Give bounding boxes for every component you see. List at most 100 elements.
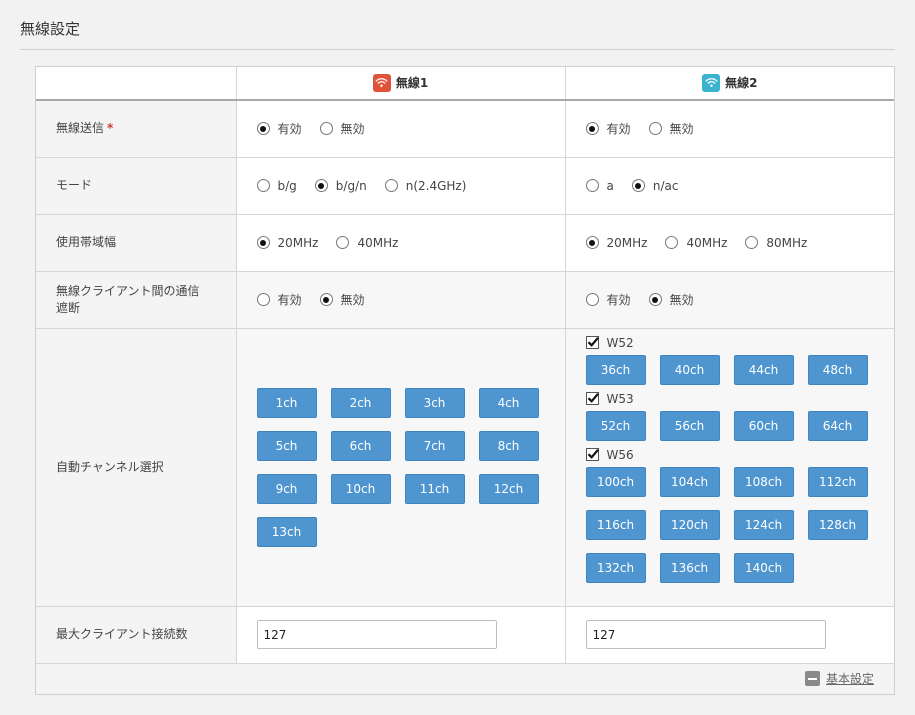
- mode-w1-option[interactable]: n(2.4GHz): [384, 179, 466, 193]
- bandwidth-w2-option[interactable]: 80MHz: [745, 236, 807, 250]
- isolation-label: 無線クライアント間の通信 遮断: [36, 270, 237, 329]
- channel-button[interactable]: 1ch: [256, 387, 317, 418]
- wireless-settings-table: 無線1 無線2 無線送信 * 有効 無効 有効 無効 モード b/g b/g/n n(2: [36, 67, 894, 664]
- channel-button[interactable]: 11ch: [404, 473, 465, 504]
- channel-button[interactable]: 2ch: [330, 387, 391, 418]
- bandwidth-w2-option[interactable]: 20MHz: [585, 236, 647, 250]
- channel-group-header: W56: [585, 447, 895, 463]
- mode-w2-option[interactable]: a: [585, 179, 614, 193]
- channel-button[interactable]: 52ch: [585, 410, 646, 441]
- channel-group-header: W53: [585, 391, 895, 407]
- isolation-w2-option[interactable]: 無効: [648, 291, 694, 308]
- radio-button[interactable]: [745, 236, 759, 249]
- channel-button[interactable]: 56ch: [659, 410, 720, 441]
- group-checkbox[interactable]: [585, 336, 599, 349]
- channel-button[interactable]: 10ch: [330, 473, 391, 504]
- channel-button[interactable]: 7ch: [404, 430, 465, 461]
- channel-button[interactable]: 112ch: [807, 466, 868, 497]
- transmit-w1-option[interactable]: 無効: [319, 120, 365, 137]
- channel-button[interactable]: 124ch: [733, 509, 794, 540]
- radio-button[interactable]: [648, 293, 662, 306]
- transmit-w1-option[interactable]: 有効: [256, 120, 302, 137]
- channel-button[interactable]: 120ch: [659, 509, 720, 540]
- page-title: 無線設定: [20, 20, 81, 38]
- radio-button[interactable]: [256, 293, 270, 306]
- channel-button[interactable]: 104ch: [659, 466, 720, 497]
- radio-button[interactable]: [648, 122, 662, 136]
- radio-button[interactable]: [585, 293, 599, 306]
- max-clients-w2-input[interactable]: [585, 620, 826, 649]
- isolation-w1-option[interactable]: 有効: [256, 291, 302, 308]
- channel-button[interactable]: 44ch: [733, 354, 794, 385]
- wifi-icon: [372, 73, 391, 92]
- radio-label: 有効: [277, 122, 302, 137]
- radio-button[interactable]: [585, 179, 599, 192]
- max-clients-w1-input[interactable]: [256, 620, 497, 649]
- channel-button[interactable]: 132ch: [585, 552, 646, 583]
- channel-button[interactable]: 64ch: [807, 410, 868, 441]
- channel-button[interactable]: 128ch: [807, 509, 868, 540]
- transmit-w2-option[interactable]: 有効: [585, 120, 631, 137]
- channel-button[interactable]: 36ch: [585, 354, 646, 385]
- radio-label: 無効: [669, 293, 694, 307]
- radio-button[interactable]: [314, 179, 328, 192]
- channel-button[interactable]: 100ch: [585, 466, 646, 497]
- radio-button[interactable]: [256, 179, 270, 192]
- mode-w1-option[interactable]: b/g: [256, 179, 297, 193]
- auto-channel-w2-cell: W52 36ch 40ch 44ch 48ch W53 52ch 56ch 60ch 64ch W5…: [564, 327, 895, 607]
- isolation-w1-radios: 有効 無効: [256, 291, 565, 308]
- radio-button[interactable]: [585, 122, 599, 136]
- channel-button[interactable]: 116ch: [585, 509, 646, 540]
- collapse-icon: [804, 671, 820, 686]
- radio-button[interactable]: [319, 293, 333, 306]
- basic-settings-link[interactable]: 基本設定: [804, 670, 874, 687]
- channel-button[interactable]: 5ch: [256, 430, 317, 461]
- radio-button[interactable]: [631, 179, 645, 192]
- bandwidth-label: 使用帯域幅: [36, 213, 237, 272]
- radio-button[interactable]: [665, 236, 679, 249]
- group-checkbox[interactable]: [585, 392, 599, 405]
- radio-label: 80MHz: [766, 235, 808, 250]
- channel-button[interactable]: 12ch: [478, 473, 539, 504]
- radio-button[interactable]: [319, 122, 333, 136]
- channel-button[interactable]: 3ch: [404, 387, 465, 418]
- channel-button[interactable]: 108ch: [733, 466, 794, 497]
- isolation-w1-option[interactable]: 無効: [319, 291, 365, 308]
- bandwidth-w2-option[interactable]: 40MHz: [665, 236, 727, 250]
- channel-button[interactable]: 40ch: [659, 354, 720, 385]
- channel-group-header: W52: [585, 335, 895, 351]
- radio-button[interactable]: [256, 122, 270, 136]
- title-divider: [20, 49, 895, 50]
- channel-button[interactable]: 9ch: [256, 473, 317, 504]
- auto-channel-w1-cell: 1ch 2ch 3ch 4ch 5ch 6ch 7ch 8ch 9ch 10ch 11ch 12ch 1…: [235, 327, 566, 607]
- channel-button[interactable]: 8ch: [478, 430, 539, 461]
- radio-label: 無効: [669, 122, 694, 137]
- channel-group-grid: 100ch 104ch 108ch 112ch 116ch 120ch 124ch 128ch…: [585, 466, 895, 583]
- radio-button[interactable]: [585, 236, 599, 249]
- mode-w2-option[interactable]: n/ac: [631, 178, 679, 193]
- bandwidth-w1-option[interactable]: 40MHz: [336, 236, 398, 250]
- group-checkbox[interactable]: [585, 448, 599, 461]
- radio-button[interactable]: [336, 236, 350, 249]
- header-wireless1: 無線1: [235, 67, 566, 101]
- channel-button[interactable]: 4ch: [478, 387, 539, 418]
- channel-button[interactable]: 60ch: [733, 410, 794, 441]
- channel-button[interactable]: 136ch: [659, 552, 720, 583]
- channel-button[interactable]: 6ch: [330, 430, 391, 461]
- header-wireless2-label: 無線2: [725, 76, 758, 91]
- radio-button[interactable]: [384, 179, 398, 192]
- mode-label: モード: [36, 156, 237, 215]
- channel-button[interactable]: 13ch: [256, 516, 317, 547]
- radio-label: n/ac: [652, 178, 679, 193]
- bandwidth-w1-option[interactable]: 20MHz: [256, 236, 318, 250]
- radio-button[interactable]: [256, 236, 270, 249]
- transmit-w2-option[interactable]: 無効: [648, 120, 694, 137]
- channel-group-label: W53: [606, 391, 634, 406]
- channel-button[interactable]: 48ch: [807, 354, 868, 385]
- mode-row: モード b/g b/g/n n(2.4GHz) a n/ac: [36, 156, 894, 215]
- channel-button[interactable]: 140ch: [733, 552, 794, 583]
- isolation-w2-option[interactable]: 有効: [585, 291, 631, 308]
- mode-w1-option[interactable]: b/g/n: [314, 179, 367, 193]
- channel-group-grid: 36ch 40ch 44ch 48ch: [585, 354, 895, 385]
- basic-settings-link-label: 基本設定: [825, 672, 874, 686]
